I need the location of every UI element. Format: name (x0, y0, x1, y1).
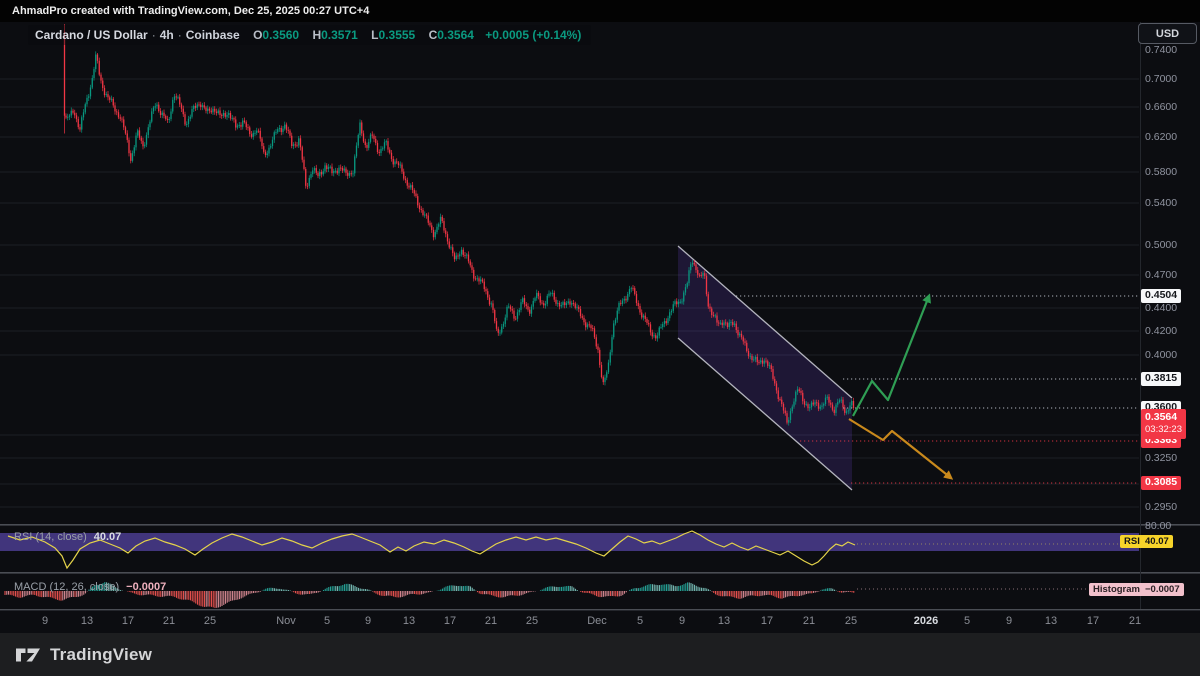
time-axis-label: 13 (80, 615, 94, 627)
currency-toggle-button[interactable]: USD (1138, 23, 1197, 44)
time-axis-label: 9 (1005, 615, 1013, 627)
low-value: 0.3555 (378, 28, 416, 42)
time-axis-label: 9 (41, 615, 49, 627)
price-tick-label: 0.6600 (1145, 101, 1178, 113)
time-axis-label: 9 (364, 615, 372, 627)
time-axis-label: 21 (802, 615, 816, 627)
time-axis-label: Dec (587, 615, 607, 627)
symbol-legend: Cardano / US Dollar · 4h · Coinbase O0.3560 … (28, 25, 592, 45)
symbol-title[interactable]: Cardano / US Dollar (35, 28, 148, 42)
level-badge-0.3085: 0.3085 (1141, 475, 1182, 490)
change-value: +0.0005 (+0.14%) (485, 28, 582, 42)
last-price-value: 0.3564 (1145, 411, 1178, 423)
macd-pane[interactable] (0, 572, 1140, 609)
macd-histogram-badge: Histogram (1089, 583, 1144, 596)
tradingview-brand-text[interactable]: TradingView (50, 645, 152, 665)
close-value: 0.3564 (437, 28, 474, 42)
time-axis-label: 17 (443, 615, 457, 627)
rsi-axis-tick[interactable]: 80.00 (1145, 520, 1171, 532)
time-axis-label: 17 (121, 615, 135, 627)
rsi-value-badge: 40.07 (1141, 535, 1173, 548)
rsi-legend: RSI (14, close) 40.07 (14, 531, 121, 543)
price-tick-label: 0.3250 (1145, 452, 1178, 464)
level-badge-0.3815: 0.3815 (1141, 371, 1182, 386)
macd-legend: MACD (12, 26, close) −0.0007 (14, 581, 166, 593)
time-axis-label: 25 (525, 615, 539, 627)
macd-title[interactable]: MACD (12, 26, close) (14, 581, 119, 593)
high-value: 0.3571 (321, 28, 358, 42)
open-value: 0.3560 (262, 28, 300, 42)
time-axis-label: 13 (402, 615, 416, 627)
footer-bar: TradingView (0, 633, 1200, 676)
macd-value: −0.0007 (126, 581, 167, 593)
time-axis-label: 5 (323, 615, 331, 627)
main-price-pane[interactable] (0, 22, 1140, 525)
price-tick-label: 0.7400 (1145, 44, 1178, 56)
rsi-title[interactable]: RSI (14, close) (14, 531, 87, 543)
low-label: L (371, 28, 379, 42)
price-tick-label: 0.4200 (1145, 325, 1178, 337)
last-price-badge: 0.3564 03:32:23 (1141, 409, 1186, 439)
time-axis-label: Nov (276, 615, 296, 627)
open-label: O (253, 28, 263, 42)
price-tick-label: 0.6200 (1145, 131, 1178, 143)
rsi-value: 40.07 (93, 531, 122, 543)
close-label: C (428, 28, 438, 42)
tradingview-logo-icon[interactable] (16, 646, 41, 664)
legend-separator: · (177, 28, 182, 42)
interval-label[interactable]: 4h (160, 28, 174, 42)
bar-countdown: 03:32:23 (1145, 423, 1182, 435)
time-axis-label: 13 (717, 615, 731, 627)
legend-separator: · (151, 28, 156, 42)
time-axis-label: 25 (844, 615, 858, 627)
price-tick-label: 0.4000 (1145, 349, 1178, 361)
attribution-bar: AhmadPro created with TradingView.com, D… (0, 0, 1200, 22)
price-tick-label: 0.2950 (1145, 501, 1178, 513)
price-tick-label: 0.4700 (1145, 269, 1178, 281)
time-axis-label: 2026 (913, 615, 939, 627)
time-axis-label: 17 (1086, 615, 1100, 627)
time-scale[interactable]: 9 13 17 21 25 Nov 5 9 13 17 21 25 Dec 5 9 13 17 21 25 2026 5… (0, 609, 1141, 633)
price-tick-label: 0.5000 (1145, 239, 1178, 251)
time-axis-label: 9 (678, 615, 686, 627)
price-tick-label: 0.5400 (1145, 197, 1178, 209)
price-tick-label: 0.7000 (1145, 73, 1178, 85)
exchange-label: Coinbase (185, 28, 240, 42)
level-badge-0.4504: 0.4504 (1141, 288, 1182, 303)
macd-histogram-value-badge: −0.0007 (1141, 583, 1184, 596)
time-axis-label: 5 (963, 615, 971, 627)
time-axis-label: 5 (636, 615, 644, 627)
time-axis-label: 21 (162, 615, 176, 627)
price-tick-label: 0.5800 (1145, 166, 1178, 178)
time-axis-label: 25 (203, 615, 217, 627)
time-axis-label: 21 (484, 615, 498, 627)
high-label: H (312, 28, 322, 42)
rsi-pane[interactable] (0, 525, 1140, 572)
time-axis-label: 13 (1044, 615, 1058, 627)
tradingview-chart-screenshot: AhmadPro created with TradingView.com, D… (0, 0, 1200, 676)
time-axis-label: 17 (760, 615, 774, 627)
time-axis-label: 21 (1128, 615, 1142, 627)
price-tick-label: 0.4400 (1145, 302, 1178, 314)
